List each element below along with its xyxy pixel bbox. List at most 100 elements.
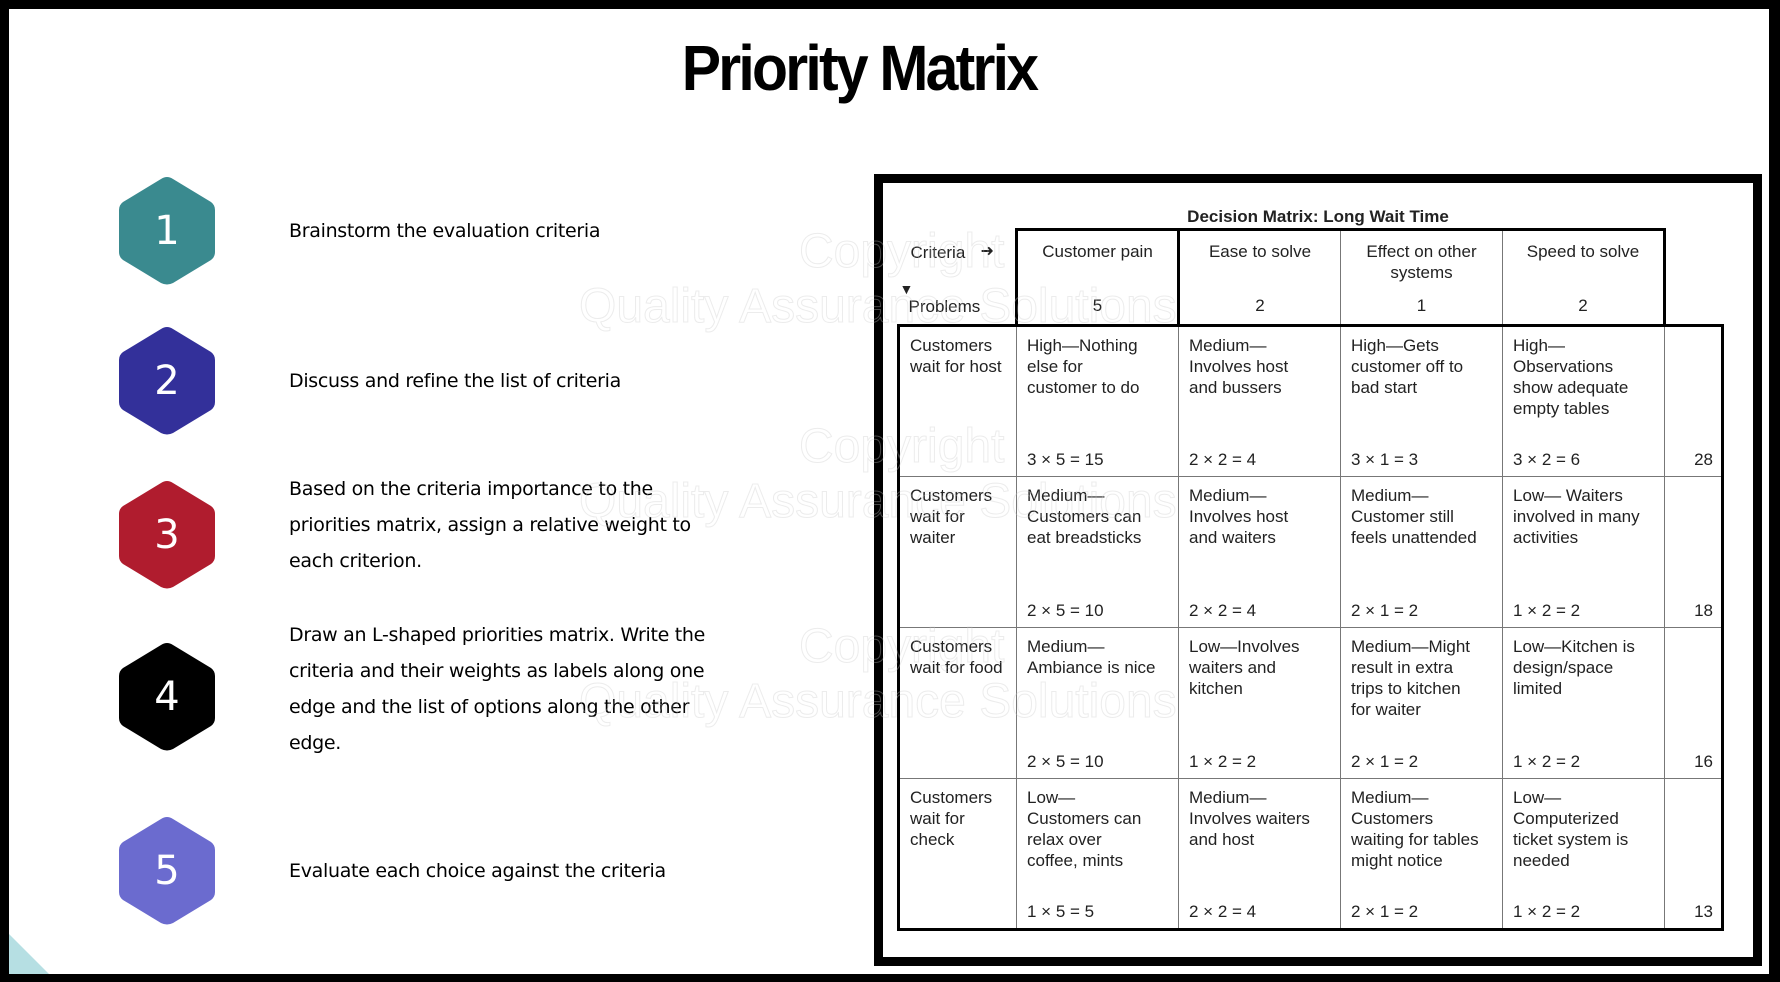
rating-score: 2 × 1 = 2 — [1351, 902, 1419, 921]
rating-cell: Low—Involves waiters and kitchen 1 × 2 = … — [1178, 627, 1341, 779]
criterion-header: Speed to solve 2 — [1502, 228, 1666, 326]
matrix-body: Customers wait for host High—Nothing else… — [897, 324, 1724, 931]
decision-matrix-table: Criteria ➜ ▼ Problems Customer pain 5 Ea… — [897, 228, 1724, 931]
problem-cell: Customers wait for food — [897, 627, 1017, 779]
rating-cell: Low—Computerized ticket system is needed… — [1502, 778, 1665, 931]
total-cell: 13 — [1664, 778, 1724, 931]
criteria-header-row: Criteria ➜ ▼ Problems Customer pain 5 Ea… — [899, 228, 1723, 326]
table-row: Customers wait for check Low—Customers ca… — [897, 778, 1724, 931]
step-number: 1 — [154, 208, 180, 254]
step-number: 3 — [154, 512, 180, 558]
rating-score: 2 × 5 = 10 — [1027, 752, 1104, 771]
criterion-weight: 2 — [1255, 296, 1265, 315]
rating-score: 2 × 1 = 2 — [1351, 601, 1419, 620]
rating-description: Low—Kitchen is design/space limited — [1513, 637, 1635, 698]
rating-cell: Medium—Involves host and bussers 2 × 2 = … — [1178, 324, 1341, 477]
slide: Priority Matrix 1 Brainstorm the evaluat… — [9, 9, 1769, 974]
rating-description: Medium—Customer still feels unattended — [1351, 486, 1477, 547]
step-text: Brainstorm the evaluation criteria — [289, 220, 601, 242]
hexagon-badge-4: 4 — [117, 641, 217, 753]
rating-score: 2 × 1 = 2 — [1351, 752, 1419, 771]
criterion-name: Customer pain — [1042, 242, 1153, 261]
rating-cell: High—Gets customer off to bad start 3 × 1… — [1340, 324, 1503, 477]
total-score: 18 — [1694, 601, 1713, 620]
rating-description: Medium—Ambiance is nice — [1027, 637, 1156, 677]
rating-cell: Medium—Involves host and waiters 2 × 2 = … — [1178, 476, 1341, 628]
total-cell: 18 — [1664, 476, 1724, 628]
total-cell: 28 — [1664, 324, 1724, 477]
arrow-right-icon: ➜ — [980, 242, 994, 260]
rating-cell: Low— Waiters involved in many activities… — [1502, 476, 1665, 628]
criterion-name: Speed to solve — [1526, 242, 1640, 261]
problem-cell: Customers wait for waiter — [897, 476, 1017, 628]
total-score: 16 — [1694, 752, 1713, 771]
rating-score: 1 × 5 = 5 — [1027, 902, 1095, 921]
rating-description: Medium—Involves host and bussers — [1189, 336, 1289, 397]
problem-cell: Customers wait for check — [897, 778, 1017, 931]
rating-description: High—Gets customer off to bad start — [1351, 336, 1464, 397]
arrow-down-icon: ▼ — [899, 280, 914, 297]
rating-description: Medium—Customers waiting for tables migh… — [1351, 788, 1479, 870]
rating-score: 1 × 2 = 2 — [1189, 752, 1257, 771]
criterion-weight: 2 — [1578, 296, 1588, 315]
rating-cell: Medium—Customers can eat breadsticks 2 × … — [1016, 476, 1179, 628]
rating-description: Medium—Might result in extra trips to ki… — [1351, 637, 1471, 719]
total-cell: 16 — [1664, 627, 1724, 779]
rating-description: Low—Customers can relax over coffee, min… — [1027, 788, 1142, 870]
rating-description: Low— Waiters involved in many activities — [1513, 486, 1640, 547]
rating-score: 1 × 2 = 2 — [1513, 902, 1581, 921]
criterion-header: Effect on other systems 1 — [1340, 228, 1503, 326]
rating-score: 2 × 2 = 4 — [1189, 902, 1257, 921]
step-number: 5 — [154, 848, 180, 894]
rating-cell: Low—Customers can relax over coffee, min… — [1016, 778, 1179, 931]
table-row: Customers wait for host High—Nothing else… — [897, 324, 1724, 477]
rating-cell: High—Observations show adequate empty ta… — [1502, 324, 1665, 477]
rating-description: Low—Involves waiters and kitchen — [1189, 637, 1300, 698]
rating-cell: Low—Kitchen is design/space limited 1 × 2… — [1502, 627, 1665, 779]
step-text: Discuss and refine the list of criteria — [289, 370, 621, 392]
criteria-axis-label: Criteria — [910, 242, 966, 262]
rating-cell: High—Nothing else for customer to do 3 × … — [1016, 324, 1179, 477]
rating-description: High—Nothing else for customer to do — [1027, 336, 1140, 397]
criterion-header: Ease to solve 2 — [1177, 228, 1341, 326]
problems-axis-label: Problems — [908, 296, 981, 316]
criterion-name: Effect on other systems — [1366, 242, 1477, 282]
criterion-weight: 1 — [1416, 296, 1427, 315]
hexagon-badge-5: 5 — [117, 815, 217, 927]
step-text: Draw an L-shaped priorities matrix. Writ… — [289, 624, 706, 754]
criterion-header: Customer pain 5 — [1015, 228, 1179, 326]
rating-score: 3 × 5 = 15 — [1027, 450, 1104, 469]
problem-cell: Customers wait for host — [897, 324, 1017, 477]
rating-cell: Medium—Customers waiting for tables migh… — [1340, 778, 1503, 931]
rating-description: Low—Computerized ticket system is needed — [1513, 788, 1629, 870]
rating-description: Medium—Involves host and waiters — [1189, 486, 1289, 547]
step-number: 2 — [154, 358, 180, 404]
total-header — [1665, 230, 1723, 326]
rating-cell: Medium—Might result in extra trips to ki… — [1340, 627, 1503, 779]
axis-labels: Criteria ➜ ▼ Problems — [899, 230, 1017, 326]
rating-description: High—Observations show adequate empty ta… — [1513, 336, 1629, 418]
step-text: Evaluate each choice against the criteri… — [289, 860, 666, 882]
hexagon-badge-1: 1 — [117, 175, 217, 287]
rating-description: Medium—Involves waiters and host — [1189, 788, 1310, 849]
hexagon-badge-2: 2 — [117, 325, 217, 437]
decision-matrix-figure: Decision Matrix: Long Wait Time Criteria… — [874, 174, 1762, 966]
rating-score: 2 × 2 = 4 — [1189, 450, 1257, 469]
step-number: 4 — [154, 674, 180, 720]
rating-cell: Medium—Involves waiters and host 2 × 2 = … — [1178, 778, 1341, 931]
rating-cell: Medium—Customer still feels unattended 2 … — [1340, 476, 1503, 628]
rating-description: Medium—Customers can eat breadsticks — [1027, 486, 1142, 547]
criterion-weight: 5 — [1092, 296, 1103, 315]
rating-score: 1 × 2 = 2 — [1513, 752, 1581, 771]
rating-score: 2 × 5 = 10 — [1027, 601, 1104, 620]
table-row: Customers wait for food Medium—Ambiance i… — [897, 627, 1724, 779]
rating-cell: Medium—Ambiance is nice 2 × 5 = 10 — [1016, 627, 1179, 779]
rating-score: 3 × 2 = 6 — [1513, 450, 1581, 469]
total-score: 28 — [1694, 450, 1713, 469]
matrix-title: Decision Matrix: Long Wait Time — [1187, 207, 1449, 226]
table-row: Customers wait for waiter Medium—Customer… — [897, 476, 1724, 628]
rating-score: 2 × 2 = 4 — [1189, 601, 1257, 620]
hexagon-badge-3: 3 — [117, 479, 217, 591]
corner-decoration — [9, 924, 59, 974]
page-title: Priority Matrix — [681, 32, 1039, 104]
